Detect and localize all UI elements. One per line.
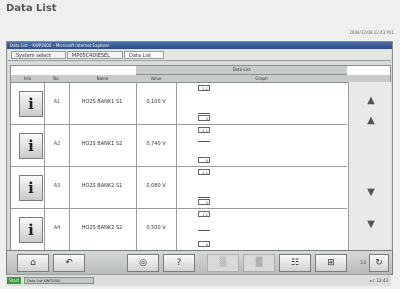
info-button[interactable]: i (19, 175, 43, 201)
crumb-vehicle[interactable]: MP05C4DIESEL (67, 51, 123, 59)
row-graph: 1,1 0 (176, 83, 348, 124)
scroll-down-button[interactable]: ▼ (364, 188, 378, 198)
row-number: A3 (53, 183, 61, 189)
document-title: Data List (6, 3, 57, 14)
row-name: HO2S BANK1 S1 (81, 99, 123, 105)
row-name: HO2S BANK2 S2 (81, 225, 123, 231)
graph-level-bar (198, 112, 210, 114)
row-value: 0,740 V (146, 141, 166, 147)
table-row: i A4 HO2S BANK2 S2 0,500 V 1,1 0 (11, 209, 347, 251)
window-title: Data List – KWP2000 – Microsoft Internet… (7, 42, 392, 49)
column-header-info: Info (23, 76, 32, 81)
graph-min-box: 0 (198, 115, 210, 121)
browser-window: Data List – KWP2000 – Microsoft Internet… (6, 41, 393, 275)
help-icon: ? (176, 258, 182, 268)
column-header-value: Value (150, 76, 162, 81)
refresh-icon: ↻ (375, 258, 383, 268)
table-view-button[interactable]: ⊞ (315, 254, 347, 272)
info-button[interactable]: i (19, 91, 43, 117)
row-value: 0,100 V (146, 99, 166, 105)
graph-icon: ▒ (219, 258, 227, 268)
graph-max-box: 1,1 (198, 127, 210, 133)
crumb-data-list: Data List (124, 51, 164, 59)
graph-view-button[interactable]: ▒ (207, 254, 239, 272)
column-header-graph: Graph (255, 76, 268, 81)
row-name: HO2S BANK1 S2 (81, 141, 123, 147)
scroll-bottom-button[interactable]: ▼ (364, 220, 378, 230)
row-name: HO2S BANK2 S1 (81, 183, 123, 189)
scroll-top-button[interactable]: ▲ (364, 96, 378, 106)
graph-level-bar (198, 230, 210, 232)
graph-max-box: 1,1 (198, 85, 210, 91)
list-view-button[interactable]: ☷ (279, 254, 311, 272)
row-graph: 1,1 0 (176, 209, 348, 250)
help-button[interactable]: ? (163, 254, 195, 272)
record-icon: ◎ (139, 258, 147, 268)
start-button[interactable]: Start (7, 277, 21, 284)
taskbar: Start Data List KWP2000 ◂ ♪ 12:43 (6, 274, 391, 286)
graph-max-box: 1,1 (198, 169, 210, 175)
row-graph: 1,1 0 (176, 125, 348, 166)
column-header-row: Info No. Name Value Graph (11, 75, 390, 83)
data-list-group-header: Data List (136, 66, 347, 75)
row-number: A1 (53, 99, 61, 105)
data-list-grid: Data List Info No. Name Value Graph i A1… (10, 65, 391, 253)
home-button[interactable]: ⌂ (17, 254, 49, 272)
table-row: i A2 HO2S BANK1 S2 0,740 V 1,1 0 (11, 125, 347, 167)
refresh-button[interactable]: ↻ (369, 254, 389, 272)
taskbar-item[interactable]: Data List KWP2000 (24, 277, 94, 284)
back-button[interactable]: ↶ (53, 254, 85, 272)
graph-min-box: 0 (198, 199, 210, 205)
info-button[interactable]: i (19, 217, 43, 243)
bottom-toolbar: ⌂ ↶ ◎ ? ▒ ▓ ☷ ⊞ 1/2 ↻ (6, 250, 393, 275)
record-button[interactable]: ◎ (127, 254, 159, 272)
table-row: i A1 HO2S BANK1 S1 0,100 V 1,1 0 (11, 83, 347, 125)
column-header-name: Name (96, 76, 109, 81)
row-graph: 1,1 0 (176, 167, 348, 208)
table-icon: ⊞ (327, 258, 335, 268)
graph-level-bar (198, 140, 210, 142)
page-indicator: 1/2 (360, 260, 367, 265)
graph-min-box: 0 (198, 157, 210, 163)
scroll-up-button[interactable]: ▲ (364, 116, 378, 126)
document-datetime: 2009/12/08 12:43 P01 (349, 30, 394, 35)
graph-max-box: 1,1 (198, 211, 210, 217)
scroll-controls: ▲ ▲ ▼ ▼ (348, 82, 391, 252)
row-value: 0,080 V (146, 183, 166, 189)
info-button[interactable]: i (19, 133, 43, 159)
column-header-no: No. (53, 76, 60, 81)
row-number: A2 (53, 141, 61, 147)
row-number: A4 (53, 225, 61, 231)
graph-2-icon: ▓ (255, 258, 263, 268)
table-row: i A3 HO2S BANK2 S1 0,080 V 1,1 0 (11, 167, 347, 209)
home-icon: ⌂ (30, 258, 36, 268)
back-icon: ↶ (65, 258, 73, 268)
system-tray: ◂ ♪ 12:43 (369, 278, 388, 283)
row-value: 0,500 V (146, 225, 166, 231)
graph-min-box: 0 (198, 241, 210, 247)
breadcrumb: System select MP05C4DIESEL Data List (8, 50, 391, 61)
list-icon: ☷ (290, 258, 300, 268)
graph-view-2-button[interactable]: ▓ (243, 254, 275, 272)
crumb-system-select[interactable]: System select (11, 51, 66, 59)
